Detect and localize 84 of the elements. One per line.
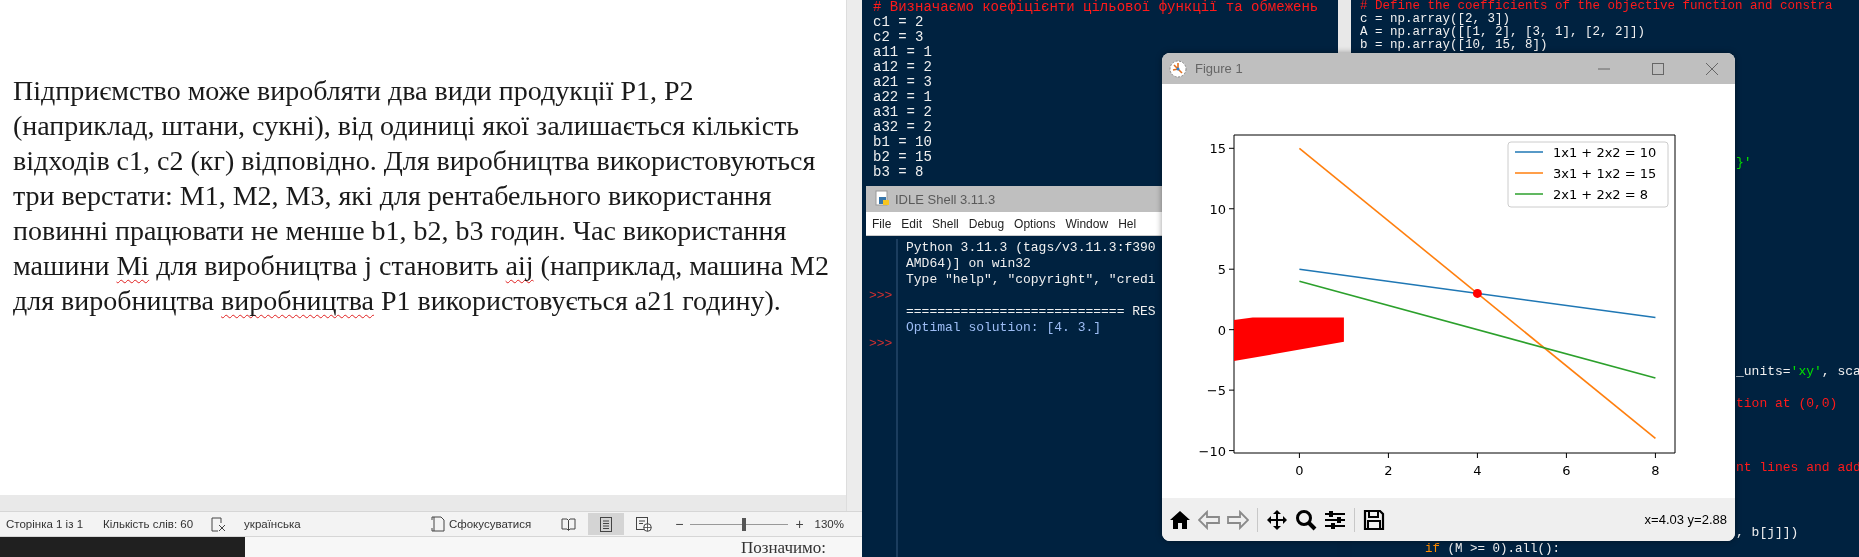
code-line: a11 = 1 [873,45,932,60]
zoom-level[interactable]: 130% [814,518,844,530]
close-icon [1705,61,1719,76]
window-title: Figure 1 [1195,61,1243,76]
proofing-icon[interactable] [211,516,227,532]
shell-output-line: Python 3.11.3 (tags/v3.11.3:f390 [906,240,1156,255]
shell-output-line: Optimal solution: [4. 3.] [906,320,1102,335]
print-layout-button[interactable] [588,513,625,535]
sliders-icon [1324,508,1346,531]
language-label[interactable]: українська [244,518,301,530]
window-title: IDLE Shell 3.11.3 [895,191,996,207]
code-line: b1 = 10 [873,135,932,150]
code-line: , b[j]]) [1736,525,1799,541]
next-page-text: Позначимо: [741,537,827,557]
x-tick-label: 0 [1295,463,1304,478]
document-paragraph: Підприємство може виробляти два види продукції Р1, Р2 (наприклад, штани, сукні), від одиниці якої залишається кількість відходів с1, с2 (кг) відповідно. Для виробництва використовуються три верстати: М1, М2, М3, які для рентабельного використання повинні працювати не менше b1, b2, b3 годин. Час використання машини Мі для виробництва j становить aij (наприклад, машина М2 для виробництва виробництва Р1 використовується а21 годину). [12,74,830,318]
legend-label: 2x1 + 2x2 = 8 [1553,187,1649,202]
focus-icon [430,516,445,532]
code-line: c = np.array([2, 3]) [1360,13,1511,26]
scrollbar[interactable] [846,0,862,511]
x-tick-label: 8 [1651,463,1660,478]
y-tick-label: −10 [1198,443,1226,459]
web-page-icon [636,516,653,532]
code-line: # Визначаємо коефіцієнти цільової функції та обмежень [873,0,1319,15]
code-line: }' [1736,155,1752,171]
app-icon [875,190,891,208]
menu-item[interactable]: Debug [968,216,1005,231]
code-line: tion at (0,0) [1736,396,1838,412]
cursor-coordinates: x=4.03 y=2.88 [1644,512,1727,527]
code-line: nt lines and add [1736,460,1859,476]
code-line: a12 = 2 [873,60,932,75]
code-line: a31 = 2 [873,105,932,120]
home-icon [1169,509,1191,530]
move-arrows-icon [1266,508,1288,531]
menu-item[interactable]: Window [1065,216,1109,231]
right-arrow-icon [1227,509,1249,530]
y-tick-label: 0 [1217,322,1226,338]
menu-item[interactable]: Options [1014,216,1056,231]
maximize-icon [1651,61,1665,76]
code-line: a21 = 3 [873,75,932,90]
code-line: b = np.array([10, 15, 8]) [1360,39,1548,52]
shell-prompt: >>> [868,336,893,351]
code-line: a32 = 2 [873,120,932,135]
y-tick-label: 10 [1209,201,1226,217]
code-line: a22 = 1 [873,90,932,105]
x-tick-label: 6 [1562,463,1571,478]
code-line: c2 = 3 [873,30,924,45]
y-tick-label: 15 [1209,141,1226,157]
word-count[interactable]: Кількість слів: 60 [103,518,194,530]
focus-button[interactable]: Сфокусуватися [430,516,532,532]
code-line: A = np.array([[1, 2], [3, 1], [2, 2]]) [1360,26,1646,39]
x-tick-label: 2 [1384,463,1393,478]
legend-line [1514,193,1544,195]
shell-output-line: ============================ RES [906,304,1156,319]
zoom-in-button[interactable]: + [792,516,807,532]
shell-prompt: >>> [868,288,893,303]
menu-item[interactable]: Hel [1118,216,1137,231]
app-icon [1169,59,1187,78]
zoom-out-button[interactable]: − [672,516,687,532]
y-tick-label: −5 [1206,383,1226,399]
page-icon [600,516,613,532]
optimum-point [1472,288,1482,298]
minimize-icon [1597,67,1611,70]
y-tick-label: 5 [1217,262,1226,278]
legend-line [1514,151,1544,153]
page-count[interactable]: Сторінка 1 із 1 [6,518,84,530]
legend-label: 1x1 + 2x2 = 10 [1553,145,1657,160]
shell-output-line: AMD64)] on win32 [906,256,1031,271]
legend-label: 3x1 + 1x2 = 15 [1553,166,1657,181]
code-line: if (M >= 0).all(): [1425,542,1561,557]
code-line: # Define the coefficients of the objective function and constra [1360,0,1833,13]
menu-item[interactable]: Edit [901,216,923,231]
code-line: c1 = 2 [873,15,924,30]
x-tick-label: 4 [1473,463,1482,478]
scrollbar[interactable] [1338,0,1351,53]
shell-output-line: Type "help", "copyright", "credi [906,272,1156,287]
legend-line [1514,172,1544,174]
menu-item[interactable]: Shell [932,216,959,231]
code-line: b2 = 15 [873,150,932,165]
left-arrow-icon [1198,509,1220,530]
menu-item[interactable]: File [872,216,892,231]
book-icon [561,517,577,531]
code-line: b3 = 8 [873,165,924,180]
magnifier-icon [1295,508,1317,531]
